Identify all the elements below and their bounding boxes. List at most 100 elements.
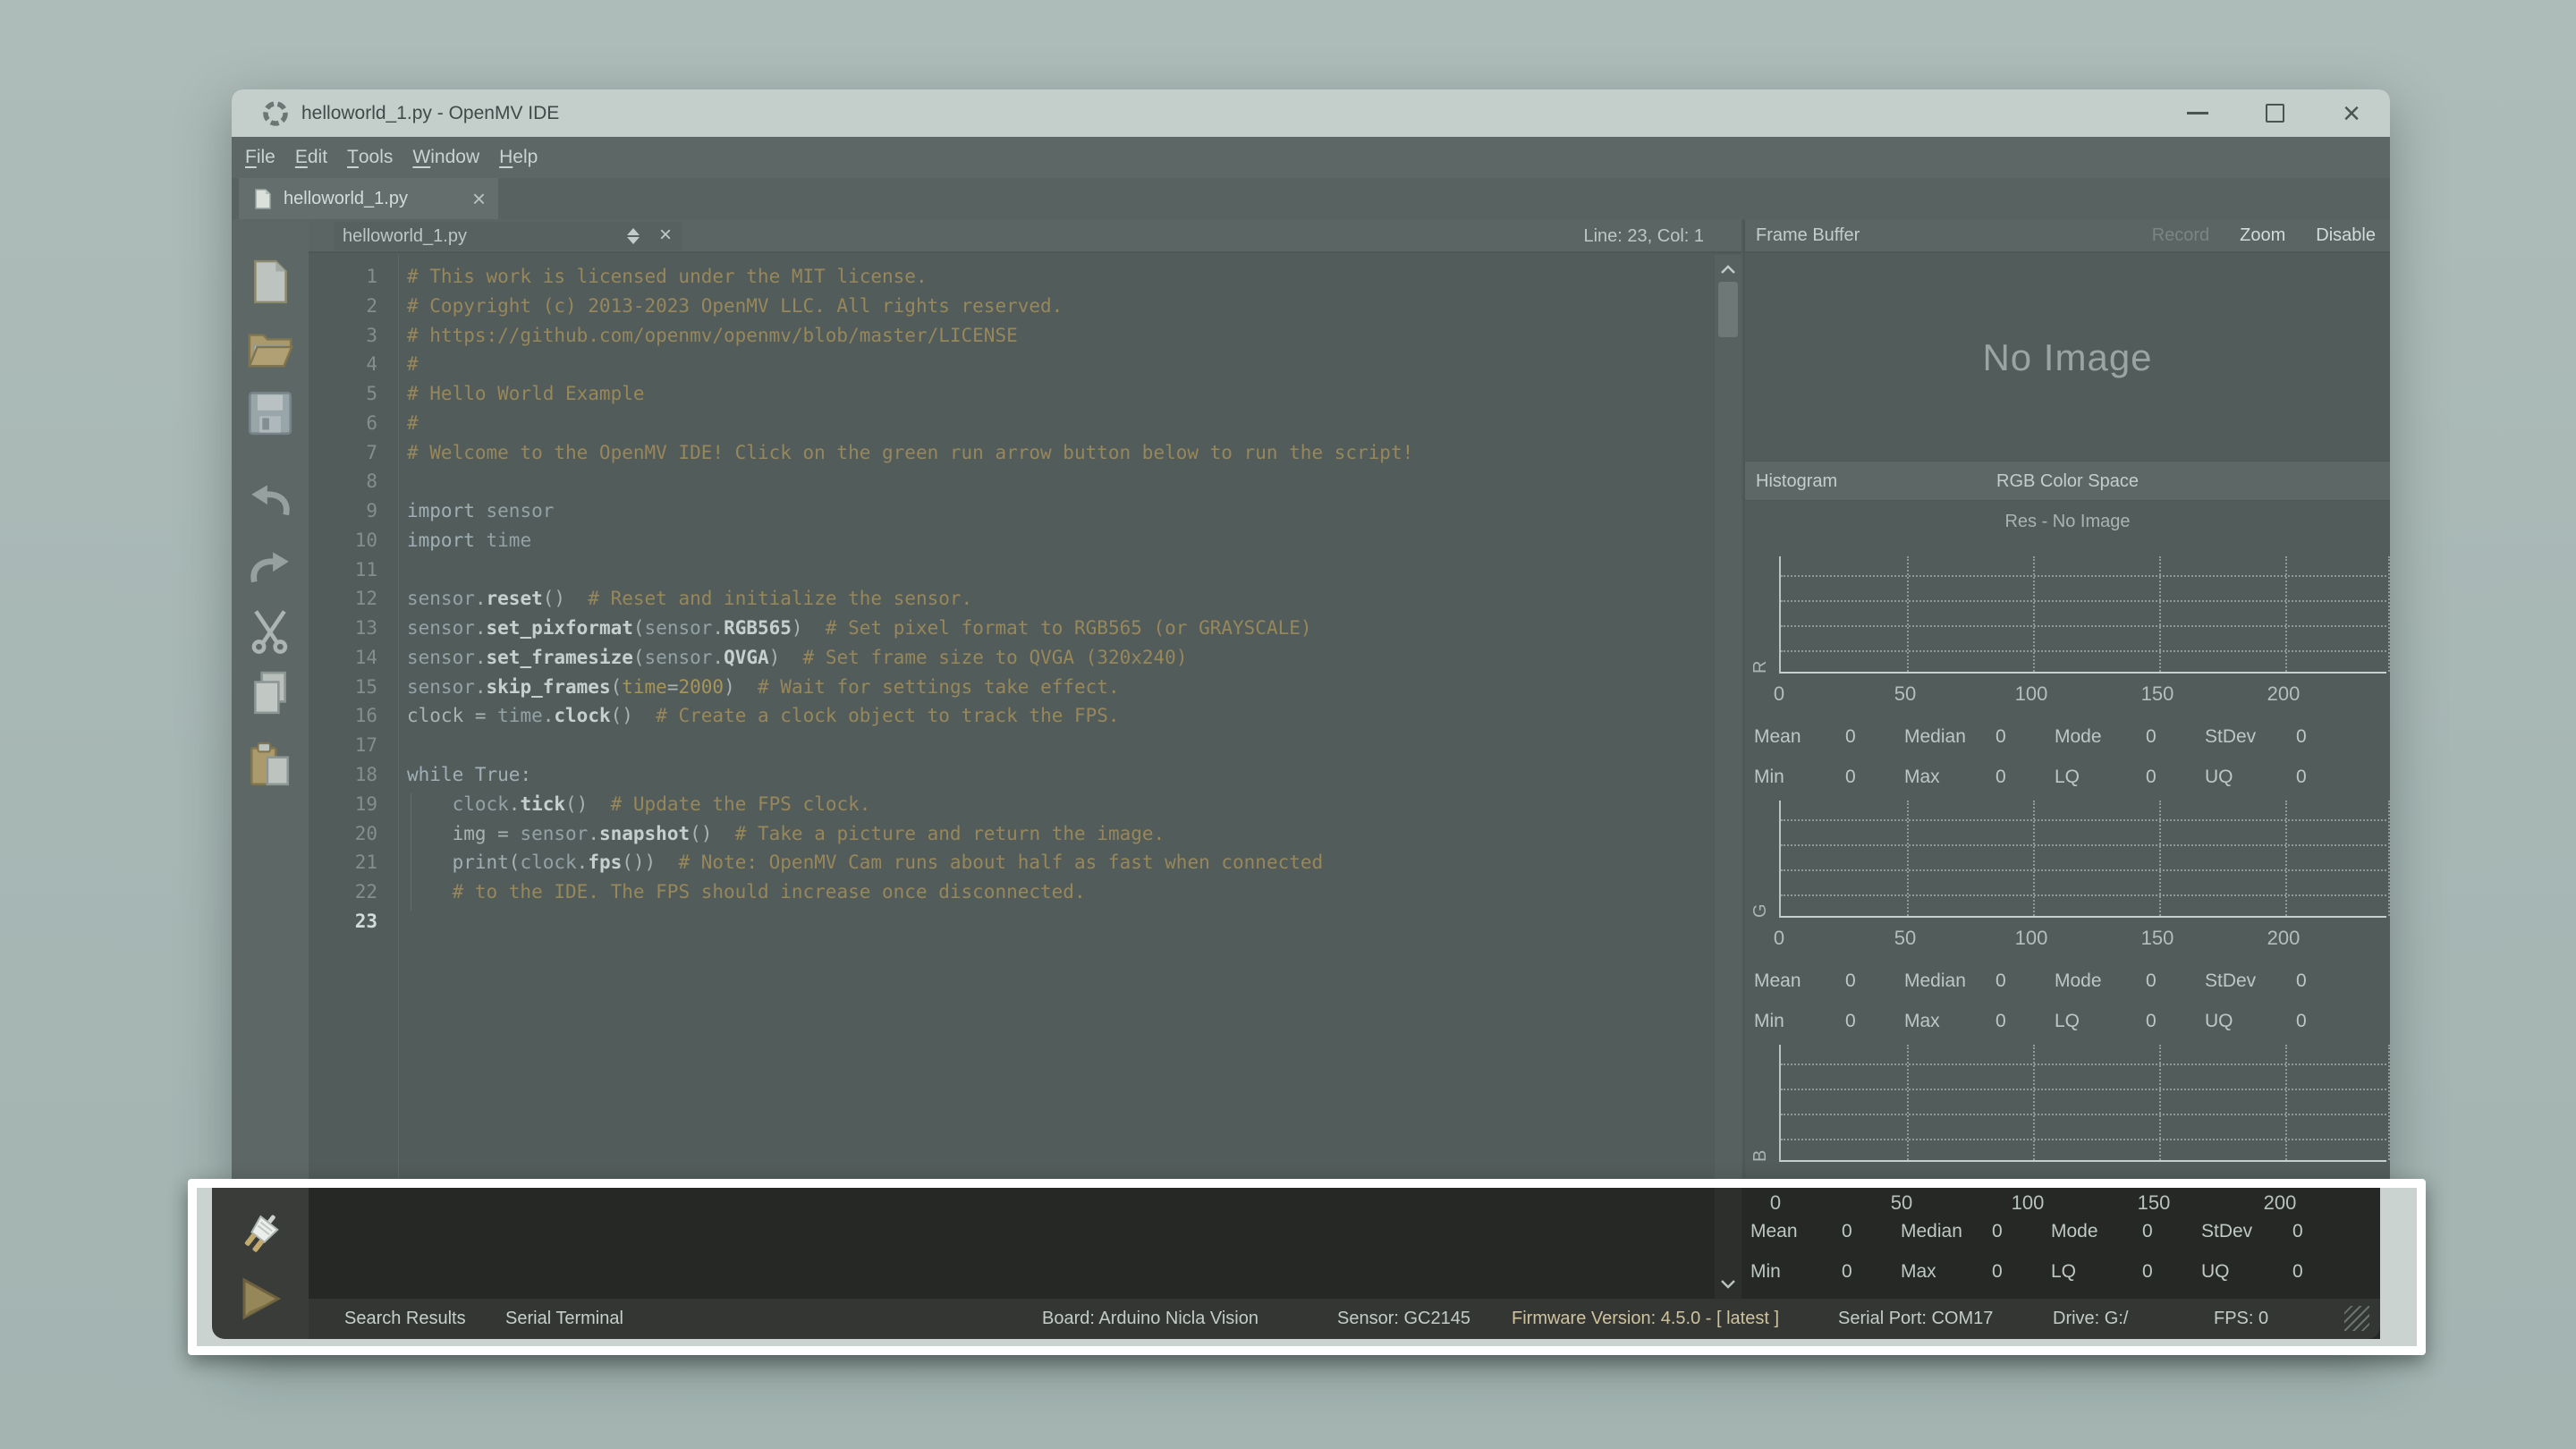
resize-grip[interactable] (2344, 1306, 2369, 1331)
gridline-h (1781, 1089, 2386, 1090)
code-line-5[interactable]: 5# Hello World Example (309, 383, 1715, 412)
stat-value: 0 (1992, 1221, 2003, 1242)
code-line-1[interactable]: 1# This work is licensed under the MIT l… (309, 266, 1715, 295)
redo-button[interactable] (247, 545, 293, 591)
histogram-header: Histogram RGB Color Space (1745, 461, 2390, 501)
code-line-21[interactable]: 21 print(clock.fps()) # Note: OpenMV Cam… (309, 852, 1715, 881)
code-line-20[interactable]: 20 img = sensor.snapshot() # Take a pict… (309, 823, 1715, 852)
open-file-selector[interactable]: helloworld_1.py × (334, 222, 682, 250)
line-number: 22 (309, 881, 394, 911)
maximize-button[interactable] (2236, 89, 2313, 137)
gridline-h (1781, 625, 2386, 627)
connect-button[interactable] (235, 1209, 285, 1259)
channel-label: B (1750, 1045, 1771, 1162)
copy-button[interactable] (247, 670, 293, 716)
frame-buffer-view: No Image (1745, 255, 2390, 461)
cut-button[interactable] (247, 607, 293, 654)
code-line-10[interactable]: 10import time (309, 530, 1715, 559)
line-number: 18 (309, 764, 394, 793)
new-file-button[interactable] (247, 258, 293, 305)
stat-value: 0 (2296, 767, 2307, 788)
stat-lq: LQ0 (2055, 1011, 2157, 1032)
code-line-23[interactable]: 23 (309, 911, 1715, 940)
code-line-12[interactable]: 12sensor.reset() # Reset and initialize … (309, 588, 1715, 617)
bottom-status-row: Search ResultsSerial TerminalBoard: Ardu… (309, 1299, 2380, 1339)
zoom-button[interactable]: Zoom (2240, 225, 2285, 246)
code-line-6[interactable]: 6# (309, 412, 1715, 442)
code-line-13[interactable]: 13sensor.set_pixformat(sensor.RGB565) # … (309, 617, 1715, 647)
code-line-7[interactable]: 7# Welcome to the OpenMV IDE! Click on t… (309, 442, 1715, 471)
code-line-2[interactable]: 2# Copyright (c) 2013-2023 OpenMV LLC. A… (309, 295, 1715, 325)
code-line-14[interactable]: 14sensor.set_framesize(sensor.QVGA) # Se… (309, 647, 1715, 676)
x-axis-ticks: 050100150200 (1779, 927, 2386, 955)
menu-file[interactable]: File (235, 137, 285, 178)
gridline-v (1907, 801, 1909, 916)
record-button[interactable]: Record (2152, 225, 2209, 246)
stat-label: Mean (1750, 1221, 1842, 1242)
code-line-4[interactable]: 4# (309, 353, 1715, 383)
code-text (394, 470, 407, 500)
code-line-8[interactable]: 8 (309, 470, 1715, 500)
openmv-ide-window: helloworld_1.py - OpenMV IDE × FileEditT… (232, 89, 2390, 1349)
minimize-button[interactable] (2159, 89, 2236, 137)
code-text: img = sensor.snapshot() # Take a picture… (394, 823, 1165, 852)
code-line-16[interactable]: 16clock = time.clock() # Create a clock … (309, 705, 1715, 734)
code-text: # Welcome to the OpenMV IDE! Click on th… (394, 442, 1413, 471)
disable-button[interactable]: Disable (2316, 225, 2376, 246)
bottom-dark-strip: Search ResultsSerial TerminalBoard: Ardu… (309, 1188, 2380, 1339)
line-number: 9 (309, 500, 394, 530)
menu-window[interactable]: Window (402, 137, 489, 178)
open-file-button[interactable] (247, 326, 293, 372)
undo-button[interactable] (247, 478, 293, 524)
stats-row-1: Mean0Median0Mode0StDev0 (1745, 726, 2390, 757)
stat-value: 0 (1842, 1261, 1852, 1283)
menu-edit[interactable]: Edit (285, 137, 337, 178)
status-item-5: FPS: 0 (2214, 1299, 2268, 1339)
colorspace-select[interactable]: RGB Color Space (1745, 462, 2390, 502)
line-number: 15 (309, 676, 394, 706)
titlebar[interactable]: helloworld_1.py - OpenMV IDE × (232, 89, 2390, 137)
stat-stdev: StDev0 (2205, 970, 2307, 992)
close-icon: × (2343, 98, 2360, 129)
line-number: 14 (309, 647, 394, 676)
stat-label: Mode (2055, 726, 2146, 748)
code-line-17[interactable]: 17 (309, 734, 1715, 764)
code-line-18[interactable]: 18while True: (309, 764, 1715, 793)
stat-median: Median0 (1901, 1221, 2003, 1242)
stat-max: Max0 (1904, 1011, 2006, 1032)
gridline-v (2285, 556, 2287, 672)
start-script-button[interactable] (235, 1274, 285, 1324)
menu-help[interactable]: Help (489, 137, 547, 178)
code-line-22[interactable]: 22 # to the IDE. The FPS should increase… (309, 881, 1715, 911)
scroll-up-icon[interactable] (1720, 262, 1736, 271)
bottom-tab-search-results[interactable]: Search Results (344, 1299, 466, 1339)
tick-label: 0 (1774, 682, 1784, 706)
paste-button[interactable] (247, 741, 293, 788)
menu-tools[interactable]: Tools (337, 137, 402, 178)
status-item-1: Sensor: GC2145 (1337, 1299, 1470, 1339)
code-text: while True: (394, 764, 531, 793)
close-button[interactable]: × (2313, 89, 2390, 137)
chart-plot (1779, 556, 2386, 674)
gridline-v (2159, 1045, 2161, 1160)
line-number: 8 (309, 470, 394, 500)
code-text: sensor.set_pixformat(sensor.RGB565) # Se… (394, 617, 1312, 647)
stat-label: StDev (2205, 726, 2296, 748)
tab-close-icon[interactable]: × (472, 185, 486, 213)
code-line-9[interactable]: 9import sensor (309, 500, 1715, 530)
tab-helloworld[interactable]: helloworld_1.py × (239, 178, 498, 219)
editor-close-icon[interactable]: × (659, 223, 672, 248)
scrollbar-thumb[interactable] (1718, 282, 1738, 337)
code-text: # to the IDE. The FPS should increase on… (394, 881, 1086, 911)
code-line-15[interactable]: 15sensor.skip_frames(time=2000) # Wait f… (309, 676, 1715, 706)
code-text: # https://github.com/openmv/openmv/blob/… (394, 325, 1018, 354)
bottom-tab-serial-terminal[interactable]: Serial Terminal (505, 1299, 623, 1339)
save-file-button[interactable] (247, 390, 293, 436)
code-line-3[interactable]: 3# https://github.com/openmv/openmv/blob… (309, 325, 1715, 354)
code-line-11[interactable]: 11 (309, 559, 1715, 589)
tick-label: 0 (1770, 1191, 1781, 1215)
stat-value: 0 (1996, 970, 2006, 992)
tick-label: 200 (2267, 927, 2301, 950)
line-number: 13 (309, 617, 394, 647)
code-line-19[interactable]: 19 clock.tick() # Update the FPS clock. (309, 793, 1715, 823)
